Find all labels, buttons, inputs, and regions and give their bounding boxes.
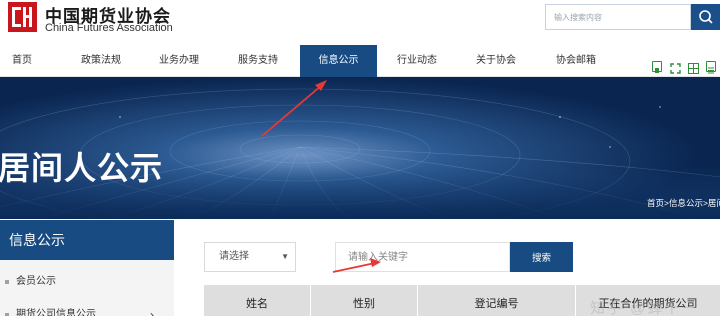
page-title: 居间人公示 [0, 150, 164, 186]
nav-item-mailbox[interactable]: 协会邮箱 [543, 45, 609, 77]
sidebar-item-label: 期货公司信息公示 [16, 309, 96, 316]
site-header: 中国期货业协会 China Futures Association [0, 0, 720, 42]
keyword-input[interactable] [335, 242, 510, 272]
search-button[interactable]: 搜索 [510, 242, 573, 272]
bullet-icon [5, 280, 9, 284]
cfa-logo-icon[interactable] [8, 2, 37, 32]
sidebar-item-futures-company-disclosure[interactable]: 期货公司信息公示 › [0, 302, 174, 316]
accessibility-tools [652, 61, 716, 74]
page-banner: 居间人公示 首页>信息公示>居间 [0, 77, 720, 219]
nav-item-industry-news[interactable]: 行业动态 [384, 45, 450, 77]
logo-english-name[interactable]: China Futures Association [45, 22, 173, 34]
main-nav: 首页 政策法规 业务办理 服务支持 信息公示 行业动态 关于协会 协会邮箱 [0, 45, 720, 77]
breadcrumb[interactable]: 首页>信息公示>居间 [647, 197, 720, 209]
site-search [545, 4, 720, 30]
sidebar-item-member-disclosure[interactable]: 会员公示 [0, 269, 174, 295]
chevron-down-icon: ▼ [281, 252, 289, 261]
nav-item-about[interactable]: 关于协会 [463, 45, 529, 77]
category-select[interactable]: 请选择 ▼ [204, 242, 296, 272]
site-search-input[interactable] [545, 4, 691, 30]
search-icon [699, 10, 713, 24]
chevron-right-icon: › [150, 308, 154, 316]
column-header-name: 姓名 [204, 285, 311, 316]
nav-item-info-disclosure[interactable]: 信息公示 [300, 45, 377, 77]
site-search-button[interactable] [691, 4, 720, 30]
green-square-icon[interactable] [652, 61, 662, 73]
list-icon[interactable] [706, 61, 716, 74]
grid-icon[interactable] [688, 61, 699, 74]
watermark: 知乎 @蝉十一 [590, 300, 699, 316]
sidebar-item-label: 会员公示 [16, 276, 56, 287]
column-header-registration-number: 登记编号 [418, 285, 576, 316]
sidebar-heading: 信息公示 [0, 220, 174, 260]
nav-item-home[interactable]: 首页 [0, 45, 44, 77]
nav-item-policies[interactable]: 政策法规 [68, 45, 134, 77]
category-select-value: 请选择 [219, 251, 249, 262]
expand-icon[interactable] [670, 61, 681, 74]
sidebar-menu: 会员公示 期货公司信息公示 › [0, 260, 174, 316]
nav-item-services[interactable]: 服务支持 [225, 45, 291, 77]
column-header-gender: 性别 [311, 285, 418, 316]
nav-item-business[interactable]: 业务办理 [146, 45, 212, 77]
